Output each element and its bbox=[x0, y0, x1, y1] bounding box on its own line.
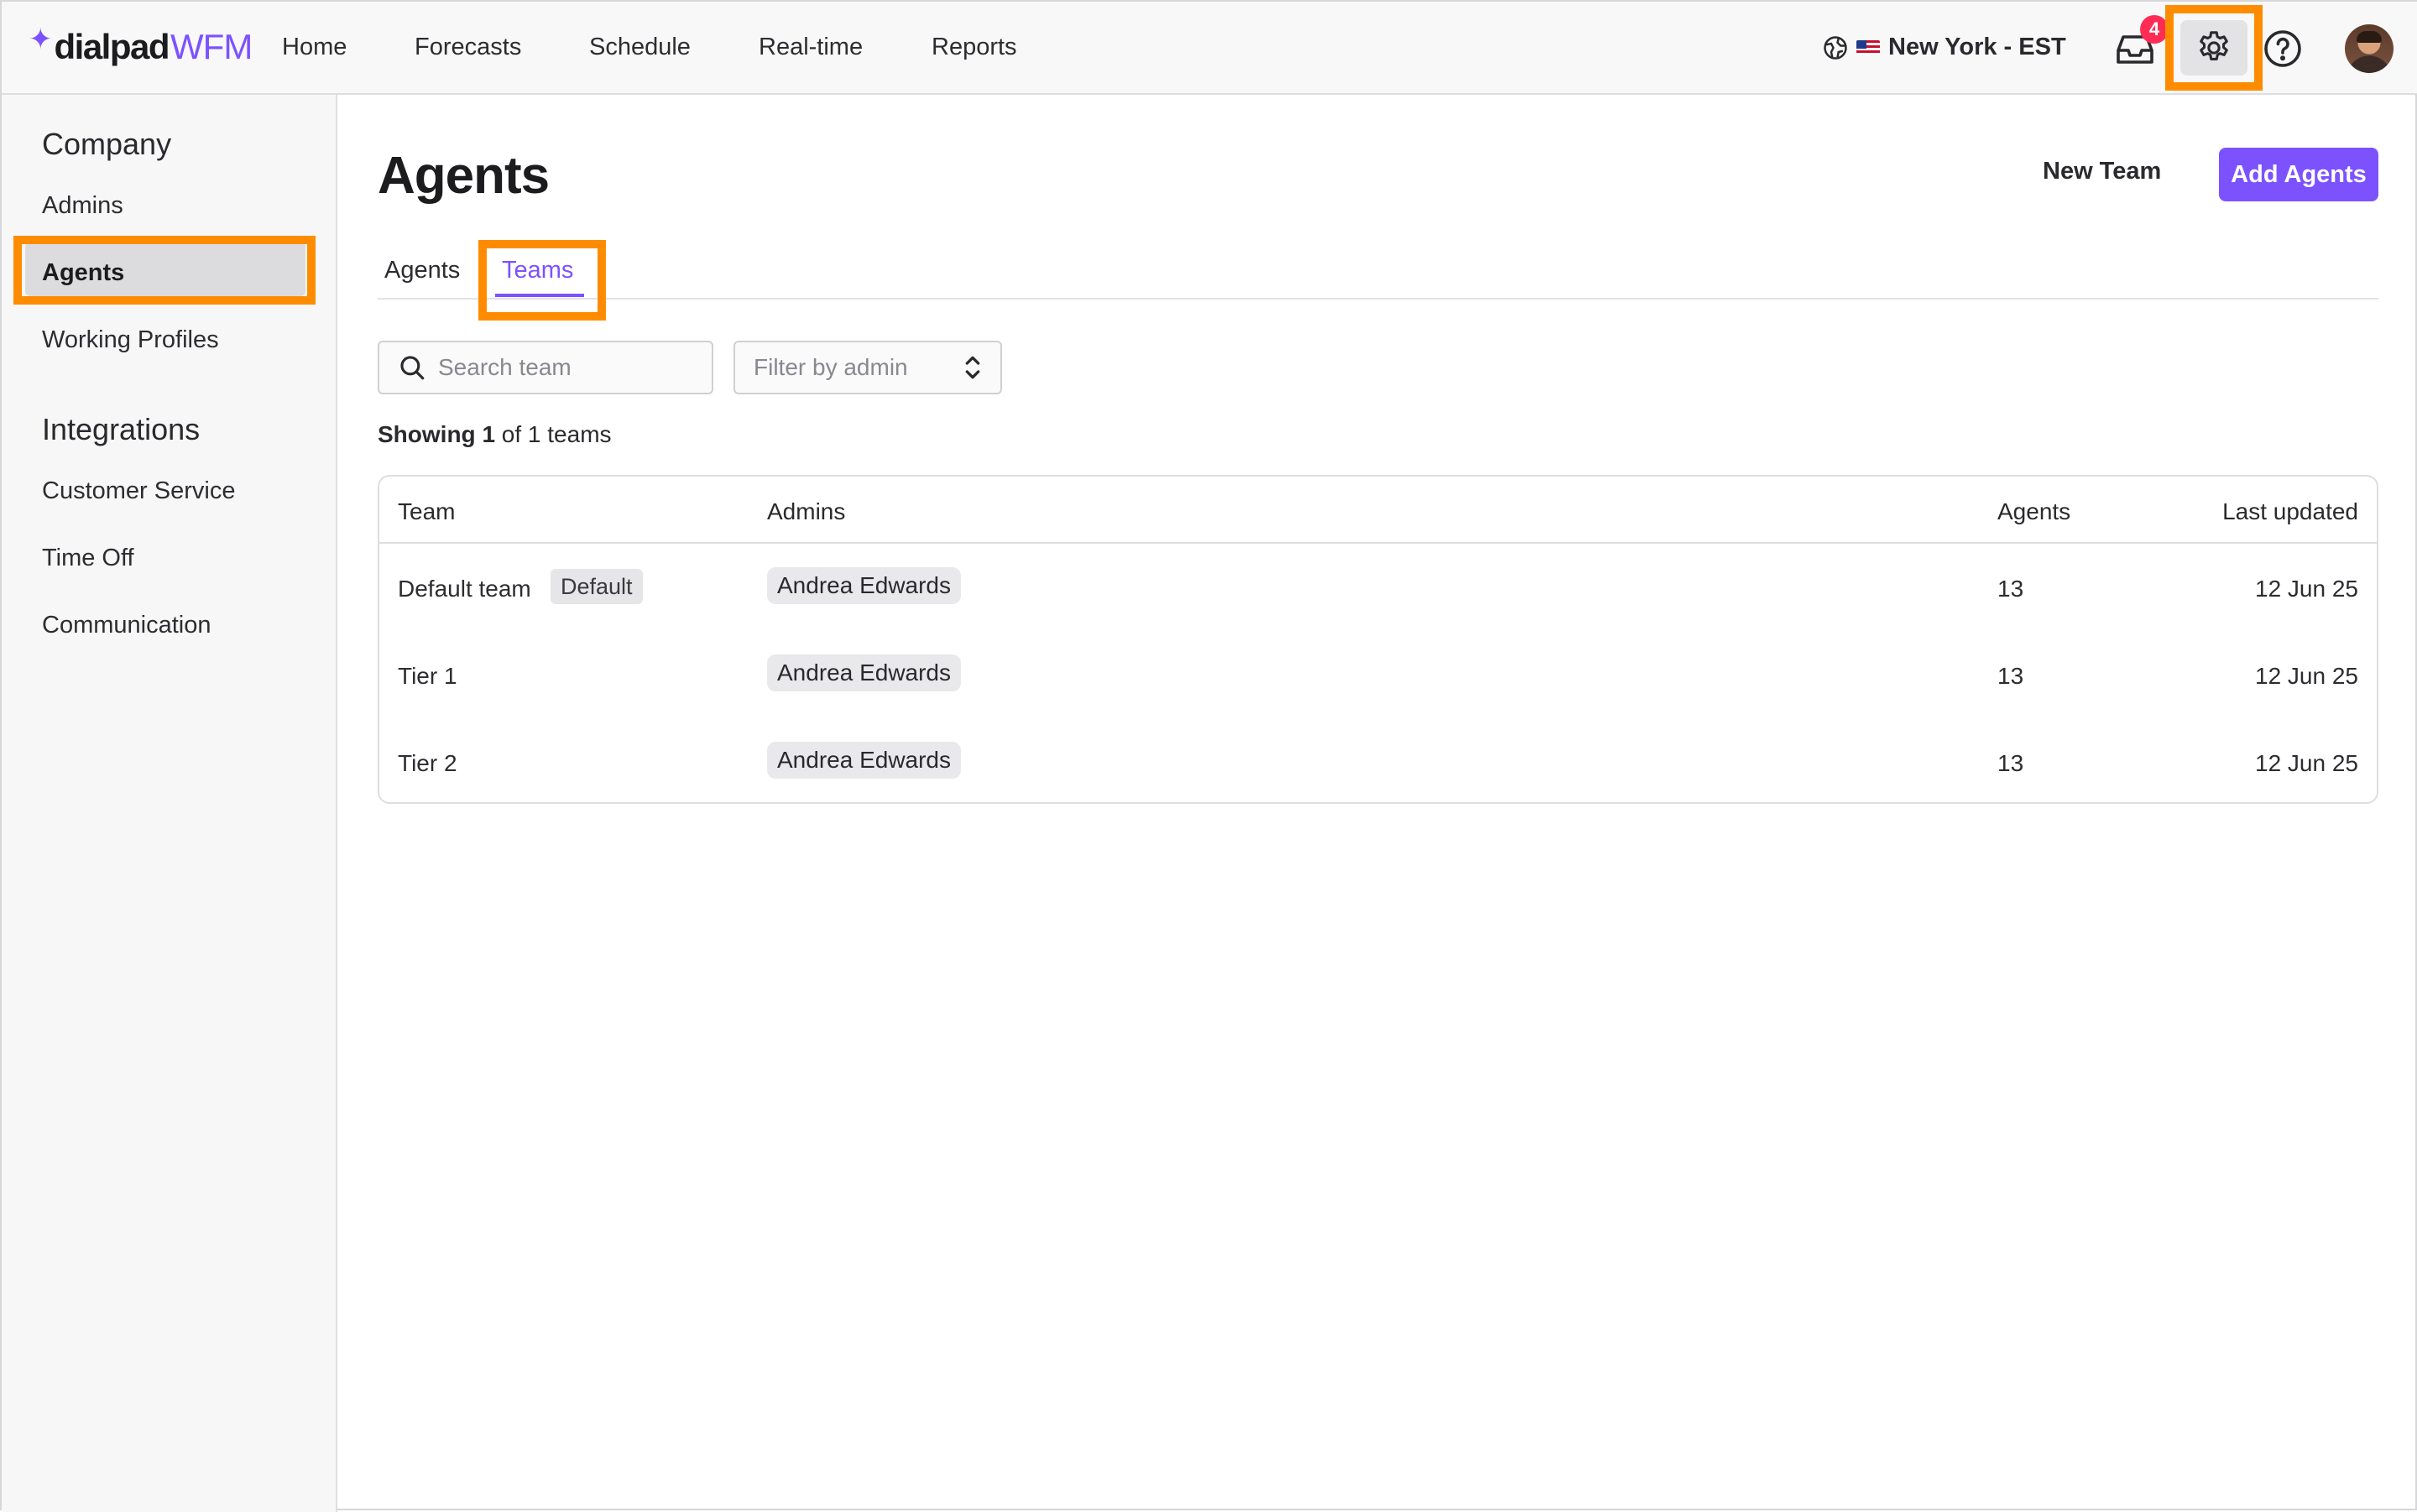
agents-highlight-frame bbox=[13, 236, 316, 305]
agent-count: 13 bbox=[1997, 576, 2024, 602]
nav-schedule[interactable]: Schedule bbox=[589, 34, 691, 61]
sidebar-item-communication[interactable]: Communication bbox=[42, 612, 211, 639]
team-name: Default team bbox=[398, 576, 531, 602]
teams-table: Team Admins Agents Last updated Default … bbox=[378, 475, 2378, 804]
dialpad-wfm-logo[interactable]: ✦ dialpad WFM bbox=[29, 23, 253, 72]
nav-reports[interactable]: Reports bbox=[932, 34, 1017, 61]
settings-highlight-frame bbox=[2165, 5, 2263, 91]
sidebar-item-working-profiles[interactable]: Working Profiles bbox=[42, 326, 219, 354]
admin-chip: Andrea Edwards bbox=[767, 567, 962, 604]
last-updated: 12 Jun 25 bbox=[2255, 663, 2358, 689]
settings-sidebar: Company Admins Agents Working Profiles I… bbox=[2, 95, 337, 1512]
logo-product-text: WFM bbox=[170, 27, 253, 66]
search-icon bbox=[400, 356, 425, 380]
last-updated: 12 Jun 25 bbox=[2255, 750, 2358, 776]
inbox-count-badge: 4 bbox=[2140, 15, 2169, 44]
last-updated: 12 Jun 25 bbox=[2255, 576, 2358, 602]
us-flag-icon bbox=[1856, 39, 1880, 55]
sidebar-heading-integrations: Integrations bbox=[42, 412, 201, 446]
admin-chip: Andrea Edwards bbox=[767, 742, 962, 779]
top-navigation-bar: ✦ dialpad WFM Home Forecasts Schedule Re… bbox=[2, 2, 2417, 95]
nav-forecasts[interactable]: Forecasts bbox=[415, 34, 521, 61]
team-name: Tier 2 bbox=[398, 750, 457, 776]
table-header-divider bbox=[379, 542, 2377, 544]
default-tag: Default bbox=[551, 569, 643, 604]
avatar[interactable] bbox=[2345, 24, 2394, 73]
search-input[interactable] bbox=[438, 354, 690, 381]
showing-suffix: of 1 teams bbox=[501, 421, 612, 447]
column-header-last-updated[interactable]: Last updated bbox=[2222, 498, 2358, 525]
sidebar-item-admins[interactable]: Admins bbox=[42, 192, 123, 220]
tab-agents[interactable]: Agents bbox=[384, 257, 460, 284]
sidebar-item-customer-service[interactable]: Customer Service bbox=[42, 477, 235, 505]
help-icon bbox=[2264, 30, 2301, 67]
nav-real-time[interactable]: Real-time bbox=[759, 34, 863, 61]
filter-placeholder: Filter by admin bbox=[754, 354, 908, 380]
admin-chip: Andrea Edwards bbox=[767, 654, 962, 691]
agent-count: 13 bbox=[1997, 663, 2024, 689]
nav-home[interactable]: Home bbox=[282, 34, 347, 61]
timezone-selector[interactable]: New York - EST bbox=[1823, 34, 2066, 61]
column-header-agents[interactable]: Agents bbox=[1997, 498, 2070, 525]
team-name: Tier 1 bbox=[398, 663, 457, 689]
agent-count: 13 bbox=[1997, 750, 2024, 776]
tabs-divider bbox=[378, 298, 2378, 300]
logo-brand-text: dialpad bbox=[54, 27, 170, 66]
sidebar-heading-company: Company bbox=[42, 127, 172, 161]
teams-tab-highlight-frame bbox=[478, 240, 606, 321]
search-team-field[interactable] bbox=[378, 341, 713, 394]
column-header-admins[interactable]: Admins bbox=[767, 498, 845, 525]
new-team-button[interactable]: New Team bbox=[2043, 158, 2161, 185]
sidebar-item-time-off[interactable]: Time Off bbox=[42, 545, 134, 572]
showing-count: 1 bbox=[482, 421, 496, 447]
app-window: ✦ dialpad WFM Home Forecasts Schedule Re… bbox=[0, 0, 2417, 1512]
chevron-up-down-icon bbox=[965, 356, 980, 379]
logo-spark-icon: ✦ bbox=[29, 23, 53, 55]
page-title: Agents bbox=[378, 147, 550, 205]
column-header-team[interactable]: Team bbox=[398, 498, 455, 525]
filter-by-admin-select[interactable]: Filter by admin bbox=[733, 341, 1002, 394]
timezone-label: New York - EST bbox=[1888, 34, 2066, 60]
showing-prefix: Showing bbox=[378, 421, 476, 447]
add-agents-button[interactable]: Add Agents bbox=[2219, 148, 2378, 201]
help-button[interactable] bbox=[2259, 25, 2306, 72]
results-count: Showing 1 of 1 teams bbox=[378, 421, 612, 448]
globe-icon bbox=[1824, 35, 1847, 60]
